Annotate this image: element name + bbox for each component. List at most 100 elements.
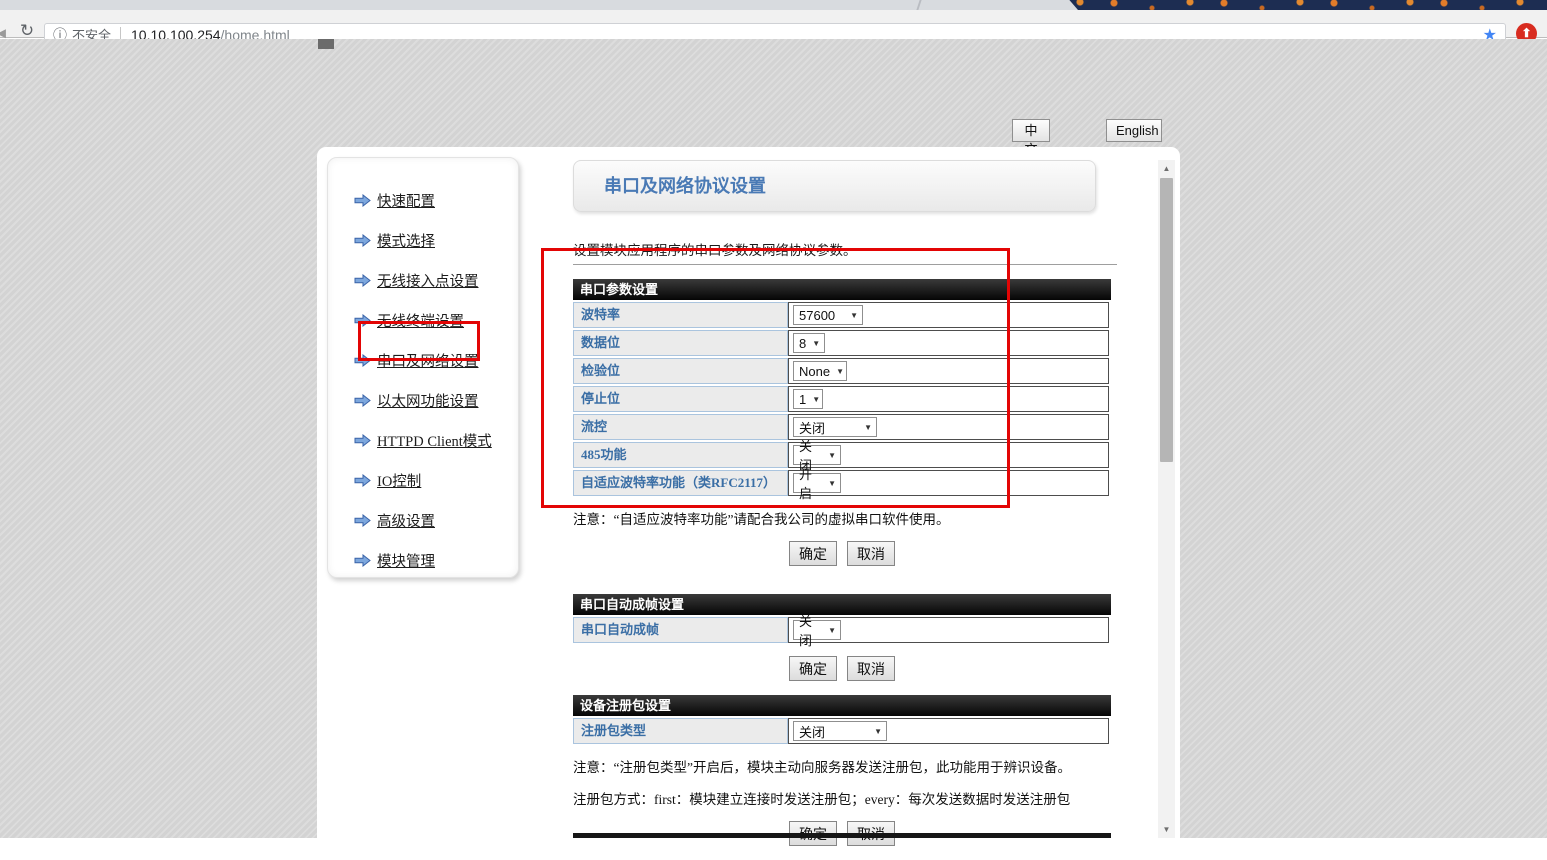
table-header: 串口自动成帧设置 <box>573 594 1111 615</box>
sidebar-item[interactable]: 串口及网络设置 <box>328 340 518 380</box>
sidebar-item[interactable]: 无线接入点设置 <box>328 260 518 300</box>
setting-label: 串口自动成帧 <box>573 617 788 643</box>
ok-button[interactable]: 确定 <box>789 656 837 681</box>
setting-value-cell: None ▼ <box>788 358 1109 384</box>
table-row: 波特率57600▼ <box>573 302 1111 328</box>
setting-value-cell: 关闭 ▼ <box>788 718 1109 744</box>
chevron-down-icon: ▼ <box>850 311 858 320</box>
setting-label: 检验位 <box>573 358 788 384</box>
table-row: 注册包类型关闭 ▼ <box>573 718 1111 744</box>
setting-label: 流控 <box>573 414 788 440</box>
language-english-button[interactable]: English <box>1106 119 1162 142</box>
scroll-down-icon[interactable]: ▼ <box>1158 821 1175 838</box>
chevron-down-icon: ▼ <box>874 727 882 736</box>
sidebar-item[interactable]: 模块管理 <box>328 540 518 580</box>
sidebar-item[interactable]: 无线终端设置 <box>328 300 518 340</box>
chevron-down-icon: ▼ <box>836 367 844 376</box>
note-text: 注册包方式：first：模块建立连接时发送注册包；every：每次发送数据时发送… <box>573 788 1111 808</box>
sidebar-item[interactable]: 高级设置 <box>328 500 518 540</box>
blue-arrow-icon <box>354 234 371 247</box>
sidebar-menu: 快速配置模式选择无线接入点设置无线终端设置串口及网络设置以太网功能设置 HTTPD… <box>327 157 519 578</box>
page-title: 串口及网络协议设置 <box>573 160 1096 212</box>
button-row: 确定取消 <box>573 656 1111 681</box>
dropdown-select[interactable]: 关闭▼ <box>793 620 841 640</box>
scrollbar[interactable]: ▲ ▼ <box>1158 160 1175 838</box>
setting-value-cell: 57600▼ <box>788 302 1109 328</box>
page-background: 中文 English 快速配置模式选择无线接入点设置无线终端设置串口及网络设置以… <box>0 39 1547 838</box>
blue-arrow-icon <box>354 354 371 367</box>
divider <box>573 264 1117 265</box>
sidebar-item-label[interactable]: 无线终端设置 <box>377 310 464 331</box>
setting-value-cell: 关闭▼ <box>788 617 1109 643</box>
chevron-down-icon: ▼ <box>828 479 836 488</box>
setting-label: 注册包类型 <box>573 718 788 744</box>
setting-label: 停止位 <box>573 386 788 412</box>
button-row: 确定取消 <box>573 541 1111 566</box>
table-row: 停止位1▼ <box>573 386 1111 412</box>
selected-value: 8 <box>799 336 806 351</box>
settings-section: 串口参数设置波特率57600▼数据位8▼检验位None▼停止位1▼流控关闭▼48… <box>573 279 1111 566</box>
setting-value-cell: 关闭▼ <box>788 442 1109 468</box>
setting-label: 485功能 <box>573 442 788 468</box>
sidebar-item-label[interactable]: IO控制 <box>377 470 421 491</box>
blue-arrow-icon <box>354 274 371 287</box>
sidebar-item-label[interactable]: 串口及网络设置 <box>377 350 479 371</box>
selected-value: 1 <box>799 392 806 407</box>
blue-arrow-icon <box>354 194 371 207</box>
blue-arrow-icon <box>354 474 371 487</box>
chevron-down-icon: ▼ <box>828 626 836 635</box>
sidebar-item-label[interactable]: 模式选择 <box>377 230 435 251</box>
settings-section: 串口自动成帧设置串口自动成帧关闭▼确定取消 <box>573 594 1111 681</box>
table-header: 串口参数设置 <box>573 279 1111 300</box>
sidebar-item[interactable]: 快速配置 <box>328 180 518 220</box>
reload-icon[interactable]: ↻ <box>18 22 36 40</box>
ok-button[interactable]: 确定 <box>789 541 837 566</box>
blue-arrow-icon <box>354 314 371 327</box>
selected-value: 关闭 <box>799 722 825 741</box>
sidebar-item[interactable]: 以太网功能设置 <box>328 380 518 420</box>
sidebar-item[interactable]: 模式选择 <box>328 220 518 260</box>
dropdown-select[interactable]: 关闭 ▼ <box>793 721 887 741</box>
blue-arrow-icon <box>354 514 371 527</box>
sidebar-item[interactable]: HTTPD Client模式 <box>328 420 518 460</box>
table-row: 自适应波特率功能（类RFC2117）开启▼ <box>573 470 1111 496</box>
selected-value: 关闭 <box>799 418 825 437</box>
chevron-down-icon: ▼ <box>828 451 836 460</box>
table-row: 串口自动成帧关闭▼ <box>573 617 1111 643</box>
setting-value-cell: 1▼ <box>788 386 1109 412</box>
scrollbar-thumb[interactable] <box>1160 178 1173 462</box>
dark-notch <box>318 39 334 49</box>
table-row: 检验位 None ▼ <box>573 358 1111 384</box>
sidebar-item-label[interactable]: 以太网功能设置 <box>377 390 479 411</box>
scroll-up-icon[interactable]: ▲ <box>1158 160 1175 177</box>
cancel-button[interactable]: 取消 <box>847 656 895 681</box>
setting-value-cell: 8▼ <box>788 330 1109 356</box>
selected-value: None <box>799 364 830 379</box>
dropdown-select[interactable]: 开启▼ <box>793 473 841 493</box>
note-text: 注意：“自适应波特率功能”请配合我公司的虚拟串口软件使用。 <box>573 508 1111 528</box>
dropdown-select[interactable]: 关闭▼ <box>793 417 877 437</box>
dropdown-select[interactable]: 1▼ <box>793 389 823 409</box>
browser-titlebar <box>0 0 1547 10</box>
sidebar-item-label[interactable]: 无线接入点设置 <box>377 270 479 291</box>
setting-value-cell: 开启▼ <box>788 470 1109 496</box>
selected-value: 关闭 <box>799 611 822 649</box>
sidebar-item-label[interactable]: 模块管理 <box>377 550 435 571</box>
setting-label: 波特率 <box>573 302 788 328</box>
sidebar-item-label[interactable]: HTTPD Client模式 <box>377 430 492 451</box>
dropdown-select[interactable]: 8▼ <box>793 333 825 353</box>
dropdown-select[interactable]: None ▼ <box>793 361 847 381</box>
note-text: 注意：“注册包类型”开启后，模块主动向服务器发送注册包，此功能用于辨识设备。 <box>573 756 1111 776</box>
dropdown-select[interactable]: 关闭▼ <box>793 445 841 465</box>
language-chinese-button[interactable]: 中文 <box>1012 119 1050 142</box>
blue-arrow-icon <box>354 394 371 407</box>
sidebar-item-label[interactable]: 快速配置 <box>377 190 435 211</box>
settings-section: 设备注册包设置注册包类型关闭▼注意：“注册包类型”开启后，模块主动向服务器发送注… <box>573 695 1111 846</box>
sidebar-item-label[interactable]: 高级设置 <box>377 510 435 531</box>
main-content: 串口及网络协议设置 设置模块应用程序的串口参数及网络协议参数。 串口参数设置波特… <box>573 160 1117 860</box>
sidebar-item[interactable]: IO控制 <box>328 460 518 500</box>
blue-arrow-icon <box>354 554 371 567</box>
dropdown-select[interactable]: 57600▼ <box>793 305 863 325</box>
table-row: 数据位8▼ <box>573 330 1111 356</box>
cancel-button[interactable]: 取消 <box>847 541 895 566</box>
